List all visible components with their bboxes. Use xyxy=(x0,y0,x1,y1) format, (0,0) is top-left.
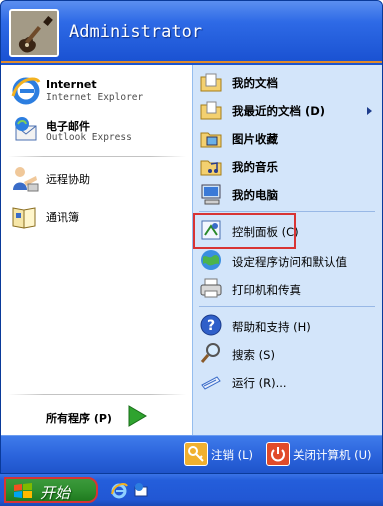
recent-documents-icon xyxy=(199,98,223,122)
tool-run[interactable]: 运行 (R)... xyxy=(199,369,377,395)
printers-icon xyxy=(199,276,223,300)
system-printers[interactable]: 打印机和传真 xyxy=(199,276,377,302)
my-music-icon xyxy=(199,154,223,178)
place-recent-documents[interactable]: 我最近的文档 (D) xyxy=(199,98,377,124)
pinned-subtitle: Outlook Express xyxy=(46,132,132,143)
recent-remote-assistance[interactable]: 远程协助 xyxy=(10,164,190,196)
svg-text:?: ? xyxy=(207,318,215,334)
all-programs-label: 所有程序 (P) xyxy=(46,412,112,425)
pinned-email[interactable]: 电子邮件 Outlook Express xyxy=(10,114,190,148)
tool-label: 搜索 (S) xyxy=(232,348,275,362)
recent-label: 通讯簿 xyxy=(46,211,79,224)
left-separator xyxy=(8,156,186,157)
system-program-defaults[interactable]: 设定程序访问和默认值 xyxy=(199,248,377,274)
place-label: 我的电脑 xyxy=(232,188,278,202)
address-book-icon xyxy=(10,202,40,232)
outlook-express-icon[interactable] xyxy=(132,481,150,499)
system-label: 设定程序访问和默认值 xyxy=(232,255,347,269)
start-button[interactable]: 开始 xyxy=(4,477,98,503)
remote-assistance-icon xyxy=(10,164,40,194)
my-computer-icon xyxy=(199,182,223,206)
tool-search[interactable]: 搜索 (S) xyxy=(199,341,377,367)
place-label: 图片收藏 xyxy=(232,132,278,146)
program-defaults-icon xyxy=(199,248,223,272)
place-my-computer[interactable]: 我的电脑 xyxy=(199,182,377,208)
submenu-arrow-icon xyxy=(367,107,372,115)
place-my-music[interactable]: 我的音乐 xyxy=(199,154,377,180)
pinned-internet[interactable]: Internet Internet Explorer xyxy=(10,74,190,108)
tool-label: 帮助和支持 (H) xyxy=(232,320,311,334)
start-label: 开始 xyxy=(40,484,71,502)
place-label: 我最近的文档 (D) xyxy=(232,104,326,118)
internet-explorer-icon xyxy=(10,74,42,106)
search-icon xyxy=(199,341,223,365)
my-pictures-icon xyxy=(199,126,223,150)
tool-help[interactable]: ? 帮助和支持 (H) xyxy=(199,313,377,339)
username: Administrator xyxy=(69,22,203,42)
logoff-label: 注销 (L) xyxy=(211,448,254,462)
outlook-express-icon xyxy=(10,114,42,146)
my-documents-icon xyxy=(199,70,223,94)
windows-logo-icon xyxy=(13,483,33,499)
left-separator xyxy=(8,394,186,395)
shutdown-button[interactable]: 关闭计算机 (U) xyxy=(266,442,380,466)
place-my-pictures[interactable]: 图片收藏 xyxy=(199,126,377,152)
internet-explorer-icon[interactable] xyxy=(110,481,128,499)
key-icon xyxy=(184,442,208,466)
run-icon xyxy=(199,369,223,393)
all-programs-button[interactable]: 所有程序 (P) xyxy=(40,404,180,430)
help-icon: ? xyxy=(199,313,223,337)
control-panel-highlight xyxy=(193,213,296,249)
place-label: 我的音乐 xyxy=(232,160,278,174)
place-label: 我的文档 xyxy=(232,76,278,90)
recent-label: 远程协助 xyxy=(46,173,90,186)
pinned-name: Internet xyxy=(46,78,97,91)
place-my-documents[interactable]: 我的文档 xyxy=(199,70,377,96)
shutdown-label: 关闭计算机 (U) xyxy=(293,448,372,462)
taskbar: 开始 xyxy=(0,474,383,506)
recent-address-book[interactable]: 通讯簿 xyxy=(10,202,190,234)
tool-label: 运行 (R)... xyxy=(232,376,287,390)
green-arrow-icon xyxy=(126,404,148,428)
pinned-subtitle: Internet Explorer xyxy=(46,92,144,103)
logoff-button[interactable]: 注销 (L) xyxy=(184,442,258,466)
user-avatar[interactable] xyxy=(9,9,59,57)
guitar-icon xyxy=(11,11,57,55)
power-icon xyxy=(266,442,290,466)
system-label: 打印机和传真 xyxy=(232,283,301,297)
right-separator xyxy=(199,306,375,307)
start-menu-header: Administrator xyxy=(1,1,382,63)
right-separator xyxy=(199,211,375,212)
